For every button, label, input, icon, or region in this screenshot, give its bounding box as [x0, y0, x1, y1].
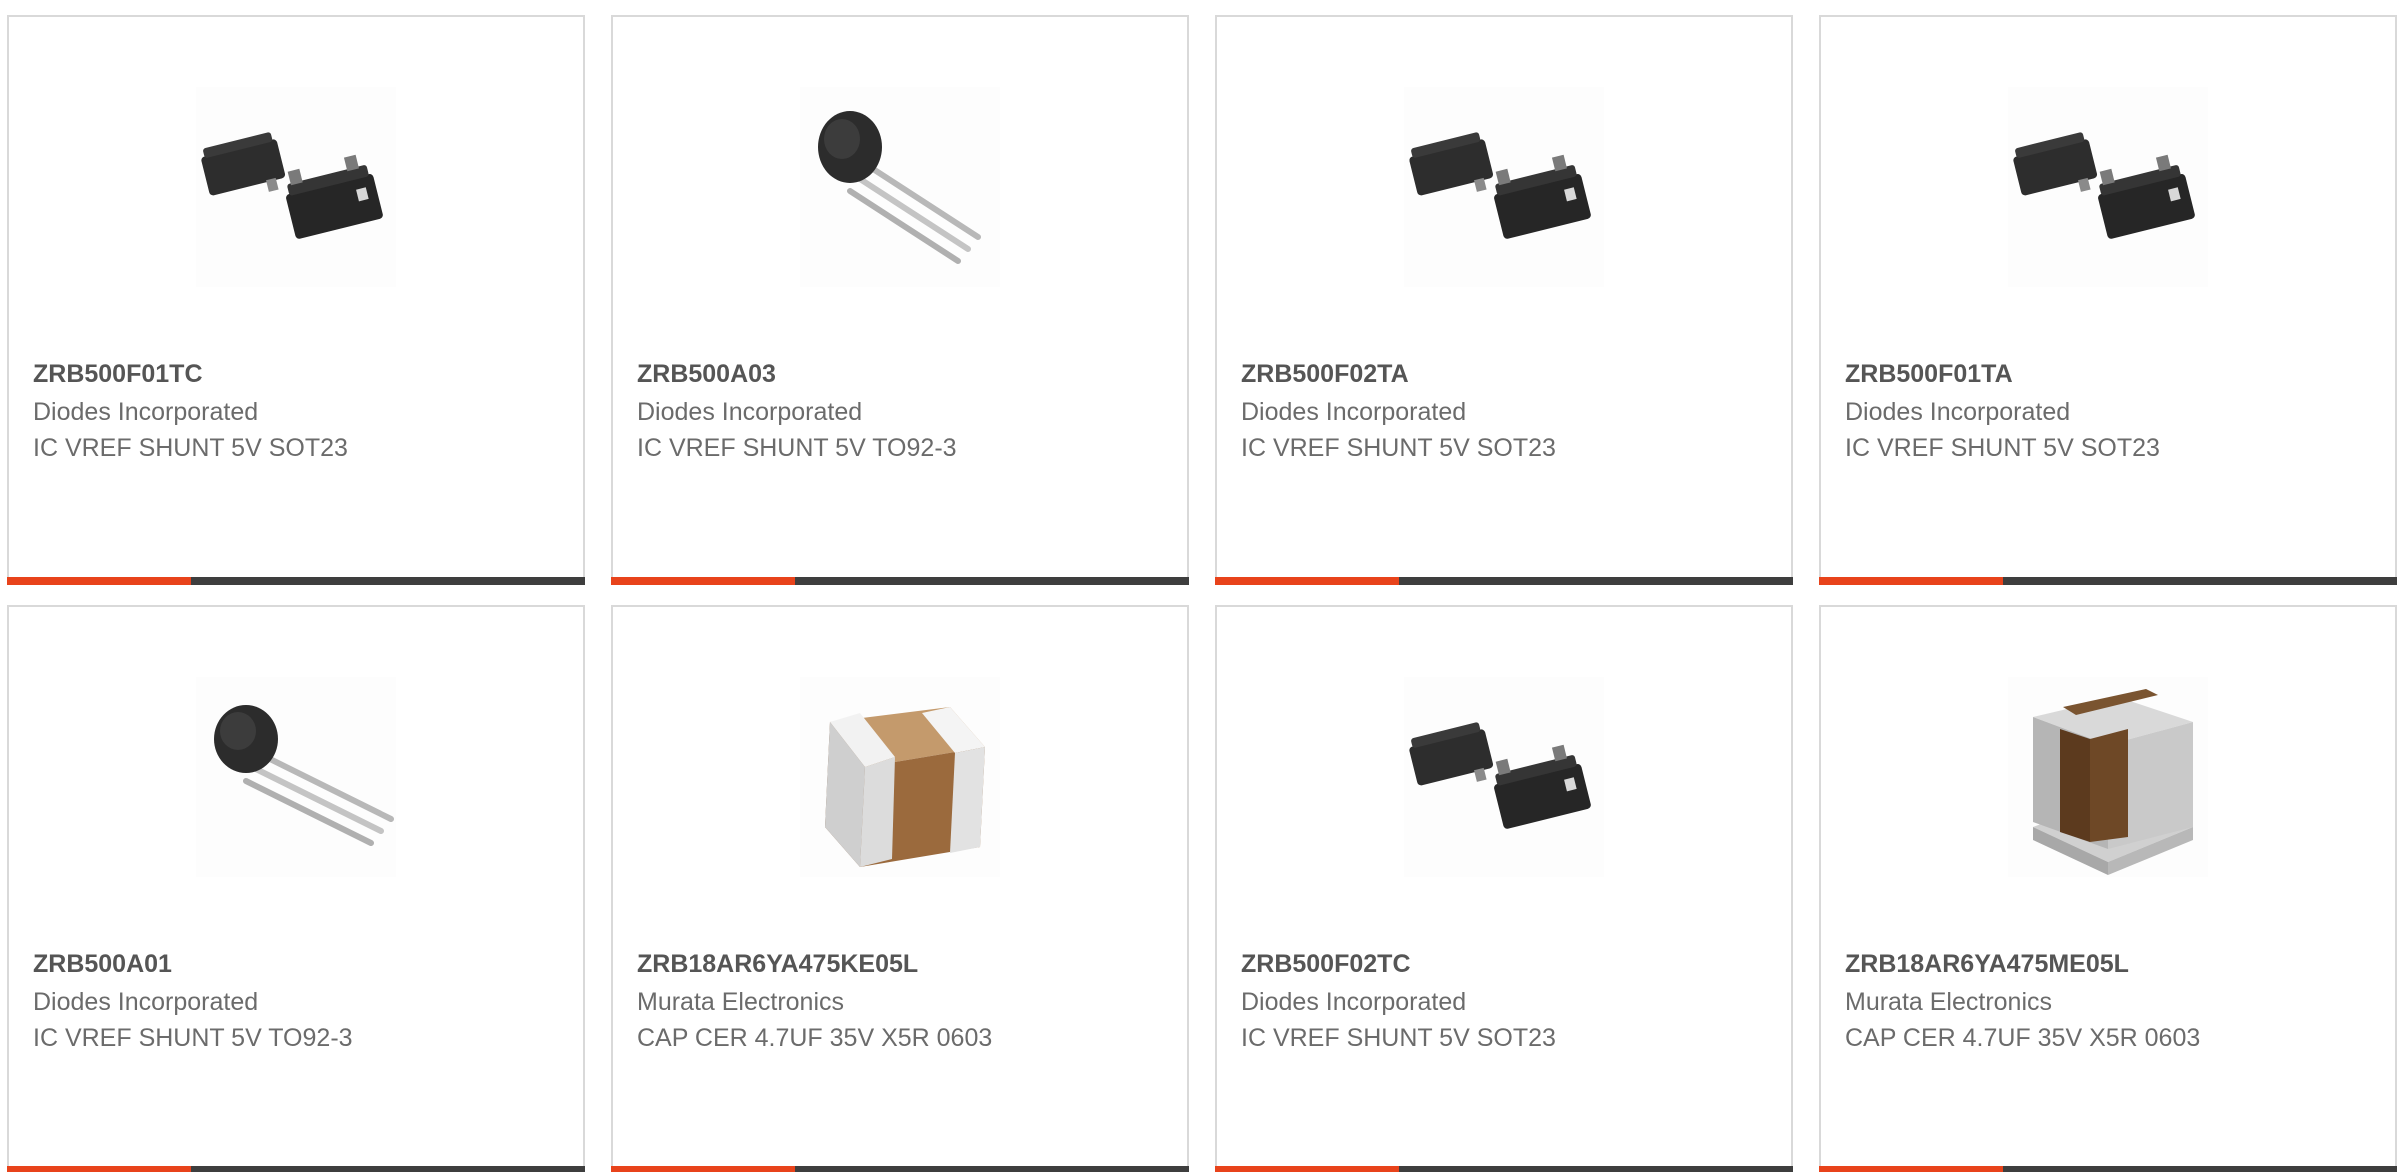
product-description: IC VREF SHUNT 5V TO92-3 — [637, 434, 957, 462]
manufacturer: Diodes Incorporated — [1845, 398, 2071, 426]
product-card[interactable]: ZRB500F01TA Diodes Incorporated IC VREF … — [1819, 15, 2397, 585]
card-accent-bar — [7, 1166, 585, 1172]
part-number[interactable]: ZRB18AR6YA475ME05L — [1845, 950, 2129, 979]
ceramic-capacitor-image[interactable] — [2008, 677, 2208, 877]
sot23-package-image[interactable] — [1404, 677, 1604, 877]
manufacturer: Diodes Incorporated — [1241, 988, 1467, 1016]
product-card[interactable]: ZRB500F02TC Diodes Incorporated IC VREF … — [1215, 605, 1793, 1172]
sot23-package-image[interactable] — [2008, 87, 2208, 287]
part-number[interactable]: ZRB500F01TC — [33, 360, 203, 389]
part-number[interactable]: ZRB500F02TA — [1241, 360, 1409, 389]
manufacturer: Murata Electronics — [637, 988, 845, 1016]
product-card[interactable]: ZRB18AR6YA475KE05L Murata Electronics CA… — [611, 605, 1189, 1172]
product-description: IC VREF SHUNT 5V TO92-3 — [33, 1024, 353, 1052]
product-description: CAP CER 4.7UF 35V X5R 0603 — [1845, 1024, 2201, 1052]
product-description: IC VREF SHUNT 5V SOT23 — [1845, 434, 2160, 462]
card-accent-bar — [1215, 1166, 1793, 1172]
card-accent-bar — [611, 1166, 1189, 1172]
product-card[interactable]: ZRB500A03 Diodes Incorporated IC VREF SH… — [611, 15, 1189, 585]
sot23-package-image[interactable] — [196, 87, 396, 287]
sot23-package-image[interactable] — [1404, 87, 1604, 287]
to92-package-image[interactable] — [196, 677, 396, 877]
part-number[interactable]: ZRB500F01TA — [1845, 360, 2013, 389]
card-accent-bar — [7, 577, 585, 585]
part-number[interactable]: ZRB18AR6YA475KE05L — [637, 950, 918, 979]
manufacturer: Murata Electronics — [1845, 988, 2053, 1016]
product-description: IC VREF SHUNT 5V SOT23 — [1241, 434, 1556, 462]
product-description: CAP CER 4.7UF 35V X5R 0603 — [637, 1024, 993, 1052]
manufacturer: Diodes Incorporated — [33, 398, 259, 426]
product-description: IC VREF SHUNT 5V SOT23 — [33, 434, 348, 462]
part-number[interactable]: ZRB500A01 — [33, 950, 172, 979]
card-accent-bar — [1215, 577, 1793, 585]
product-card[interactable]: ZRB500F01TC Diodes Incorporated IC VREF … — [7, 15, 585, 585]
part-number[interactable]: ZRB500F02TC — [1241, 950, 1411, 979]
card-accent-bar — [1819, 577, 2397, 585]
manufacturer: Diodes Incorporated — [637, 398, 863, 426]
product-card[interactable]: ZRB18AR6YA475ME05L Murata Electronics CA… — [1819, 605, 2397, 1172]
product-description: IC VREF SHUNT 5V SOT23 — [1241, 1024, 1556, 1052]
card-accent-bar — [611, 577, 1189, 585]
ceramic-capacitor-image[interactable] — [800, 677, 1000, 877]
product-card[interactable]: ZRB500A01 Diodes Incorporated IC VREF SH… — [7, 605, 585, 1172]
manufacturer: Diodes Incorporated — [33, 988, 259, 1016]
manufacturer: Diodes Incorporated — [1241, 398, 1467, 426]
part-number[interactable]: ZRB500A03 — [637, 360, 776, 389]
product-card[interactable]: ZRB500F02TA Diodes Incorporated IC VREF … — [1215, 15, 1793, 585]
card-accent-bar — [1819, 1166, 2397, 1172]
to92-package-image[interactable] — [800, 87, 1000, 287]
